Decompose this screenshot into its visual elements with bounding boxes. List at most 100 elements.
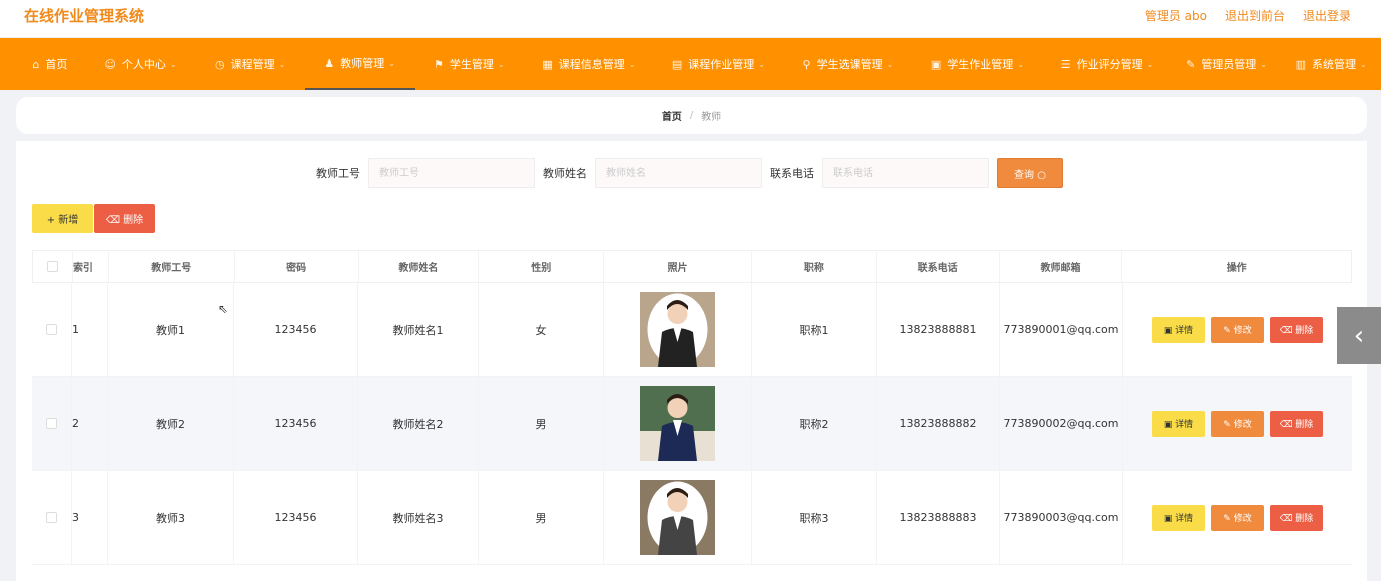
edit-button[interactable]: ✎ 修改 <box>1211 316 1264 343</box>
breadcrumb: 首页 / 教师 <box>16 97 1367 134</box>
cell-id: 教师3 <box>108 471 234 564</box>
nav-item-3[interactable]: ♟ 教师管理 ⌄ <box>304 38 415 90</box>
nav-item-10[interactable]: ✎ 管理员管理 ⌄ <box>1172 38 1282 90</box>
cell-gender: 男 <box>479 471 604 564</box>
nav-item-label: 学生选课管理 <box>816 58 883 71</box>
logout-link[interactable]: 退出登录 <box>1303 7 1351 24</box>
column-header-1: 索引 <box>73 251 109 282</box>
cell-title: 职称1 <box>752 283 877 376</box>
nav-item-label: 课程管理 <box>230 58 275 71</box>
row-checkbox[interactable] <box>46 324 57 335</box>
chevron-down-icon: ⌄ <box>1146 59 1154 69</box>
delete-button[interactable]: ⌫ 删除 <box>1270 316 1323 343</box>
column-header-0[interactable] <box>33 251 73 282</box>
admin-user-link[interactable]: 管理员 abo <box>1145 7 1207 24</box>
cell-phone: 13823888881 <box>877 283 1000 376</box>
teacher-photo <box>640 386 715 461</box>
delete-button[interactable]: ⌫ 删除 <box>1270 504 1323 531</box>
table-body: 1 教师1 123456 教师姓名1 女职称1 13823888881 773890001@… <box>32 283 1352 565</box>
nav-item-label: 管理员管理 <box>1201 58 1257 71</box>
chevron-down-icon: ⌄ <box>497 59 505 69</box>
detail-button[interactable]: ▣ 详情 <box>1152 410 1205 437</box>
table-row: 3 教师3 123456 教师姓名3 男 职称3 13823888883 773890003@… <box>32 471 1352 565</box>
cell-name: 教师姓名1 <box>358 283 479 376</box>
nav-item-11[interactable]: ▥ 系统管理 ⌄ <box>1281 38 1381 90</box>
back-to-frontend-link[interactable]: 退出到前台 <box>1225 7 1285 24</box>
user-icon: ☺ <box>104 57 116 71</box>
column-header-2: 教师工号 <box>109 251 235 282</box>
nav-item-2[interactable]: ◷ 课程管理 ⌄ <box>195 38 305 90</box>
chevron-left-icon: ‹ <box>1353 320 1365 351</box>
top-links: 管理员 abo 退出到前台 退出登录 <box>1145 7 1351 24</box>
row-checkbox-cell <box>32 283 72 376</box>
column-header-7: 职称 <box>752 251 877 282</box>
content-panel: 教师工号 教师姓名 联系电话 查询 ○ + 新增 ⌫ 删除 索引教师工号密码教师… <box>16 141 1367 581</box>
bulk-delete-button[interactable]: ⌫ 删除 <box>94 204 155 233</box>
teacher-name-input[interactable] <box>595 158 762 188</box>
teacher-table: 索引 教师工号 密码 教师姓名 性别 照片 职称 联系电话 教师邮箱 操作 1 教师1 123456 教… <box>32 250 1352 565</box>
teacher-photo <box>640 292 715 367</box>
cell-id: 教师2 <box>108 377 234 470</box>
nav-item-9[interactable]: ☰ 作业评分管理 ⌄ <box>1042 38 1172 90</box>
top-header: 在线作业管理系统 管理员 abo 退出到前台 退出登录 <box>0 0 1381 38</box>
detail-button[interactable]: ▣ 详情 <box>1152 504 1205 531</box>
edit-button[interactable]: ✎ 修改 <box>1211 504 1264 531</box>
side-collapse-tab[interactable]: ‹ <box>1337 307 1381 364</box>
chevron-down-icon: ⌄ <box>388 58 395 68</box>
row-checkbox-cell <box>32 377 72 470</box>
cell-password: 123456 <box>234 283 358 376</box>
cell-name: 教师姓名2 <box>358 377 479 470</box>
delete-button[interactable]: ⌫ 删除 <box>1270 410 1323 437</box>
nav-item-8[interactable]: ▣ 学生作业管理 ⌄ <box>913 38 1043 90</box>
nav-item-0[interactable]: ⌂ 首页 <box>14 38 86 90</box>
nav-item-5[interactable]: ▦ 课程信息管理 ⌄ <box>524 38 654 90</box>
cell-index: 3 <box>72 471 108 564</box>
phone-label: 联系电话 <box>770 167 814 180</box>
nav-item-6[interactable]: ▤ 课程作业管理 ⌄ <box>654 38 784 90</box>
edit-button[interactable]: ✎ 修改 <box>1211 410 1264 437</box>
pin-icon: ⚲ <box>802 57 811 71</box>
cell-email: 773890002@qq.com <box>1000 377 1123 470</box>
main-nav: ⌂ 首页 ☺ 个人中心 ⌄ ◷ 课程管理 ⌄ ♟ 教师管理 ⌄ ⚑ 学生管理 ⌄ ▦ 课程信息管理 ⌄ ▤ 课程作业… <box>0 38 1381 90</box>
nav-item-1[interactable]: ☺ 个人中心 ⌄ <box>86 38 196 90</box>
column-header-3: 密码 <box>235 251 359 282</box>
nav-item-4[interactable]: ⚑ 学生管理 ⌄ <box>415 38 525 90</box>
phone-input[interactable] <box>822 158 989 188</box>
cell-phone: 13823888883 <box>877 471 1000 564</box>
query-button[interactable]: 查询 ○ <box>997 158 1063 188</box>
breadcrumb-current: 教师 <box>701 112 722 123</box>
select-all-checkbox[interactable] <box>46 261 58 272</box>
cell-email: 773890001@qq.com <box>1000 283 1123 376</box>
teacher-id-input[interactable] <box>368 158 535 188</box>
nav-item-label: 教师管理 <box>340 57 385 70</box>
detail-button[interactable]: ▣ 详情 <box>1152 316 1205 343</box>
teacher-name-label: 教师姓名 <box>543 167 587 180</box>
row-checkbox[interactable] <box>46 418 57 429</box>
chevron-down-icon: ⌄ <box>886 59 894 69</box>
nav-item-label: 个人中心 <box>121 58 166 71</box>
row-actions: ▣ 详情 ✎ 修改 ⌫ 删除 <box>1152 316 1323 343</box>
table-row: 1 教师1 123456 教师姓名1 女 职称1 13823888881 773890001@… <box>32 283 1352 377</box>
person-icon: ♟ <box>324 56 335 70</box>
photo-cell <box>604 377 752 470</box>
home-icon: ⌂ <box>32 57 40 71</box>
breadcrumb-separator: / <box>689 110 694 121</box>
cell-gender: 女 <box>479 283 604 376</box>
add-button[interactable]: + 新增 <box>32 204 93 233</box>
teacher-id-label: 教师工号 <box>316 167 360 180</box>
breadcrumb-home[interactable]: 首页 <box>662 108 682 123</box>
mouse-cursor-icon: ⇖ <box>218 302 229 316</box>
row-checkbox[interactable] <box>46 512 57 523</box>
chevron-down-icon: ⌄ <box>628 59 636 69</box>
actions-cell: ▣ 详情 ✎ 修改 ⌫ 删除 <box>1123 377 1352 470</box>
chevron-down-icon: ⌄ <box>278 59 286 69</box>
column-header-9: 教师邮箱 <box>1000 251 1123 282</box>
column-header-4: 教师姓名 <box>359 251 480 282</box>
doc-icon: ▤ <box>671 57 683 71</box>
nav-item-7[interactable]: ⚲ 学生选课管理 ⌄ <box>783 38 913 90</box>
nav-item-label: 课程信息管理 <box>558 58 625 71</box>
nav-item-label: 学生管理 <box>449 58 494 71</box>
search-bar: 教师工号 教师姓名 联系电话 查询 ○ <box>316 158 1063 188</box>
grid-icon: ▦ <box>542 57 553 71</box>
app-title: 在线作业管理系统 <box>24 7 145 25</box>
